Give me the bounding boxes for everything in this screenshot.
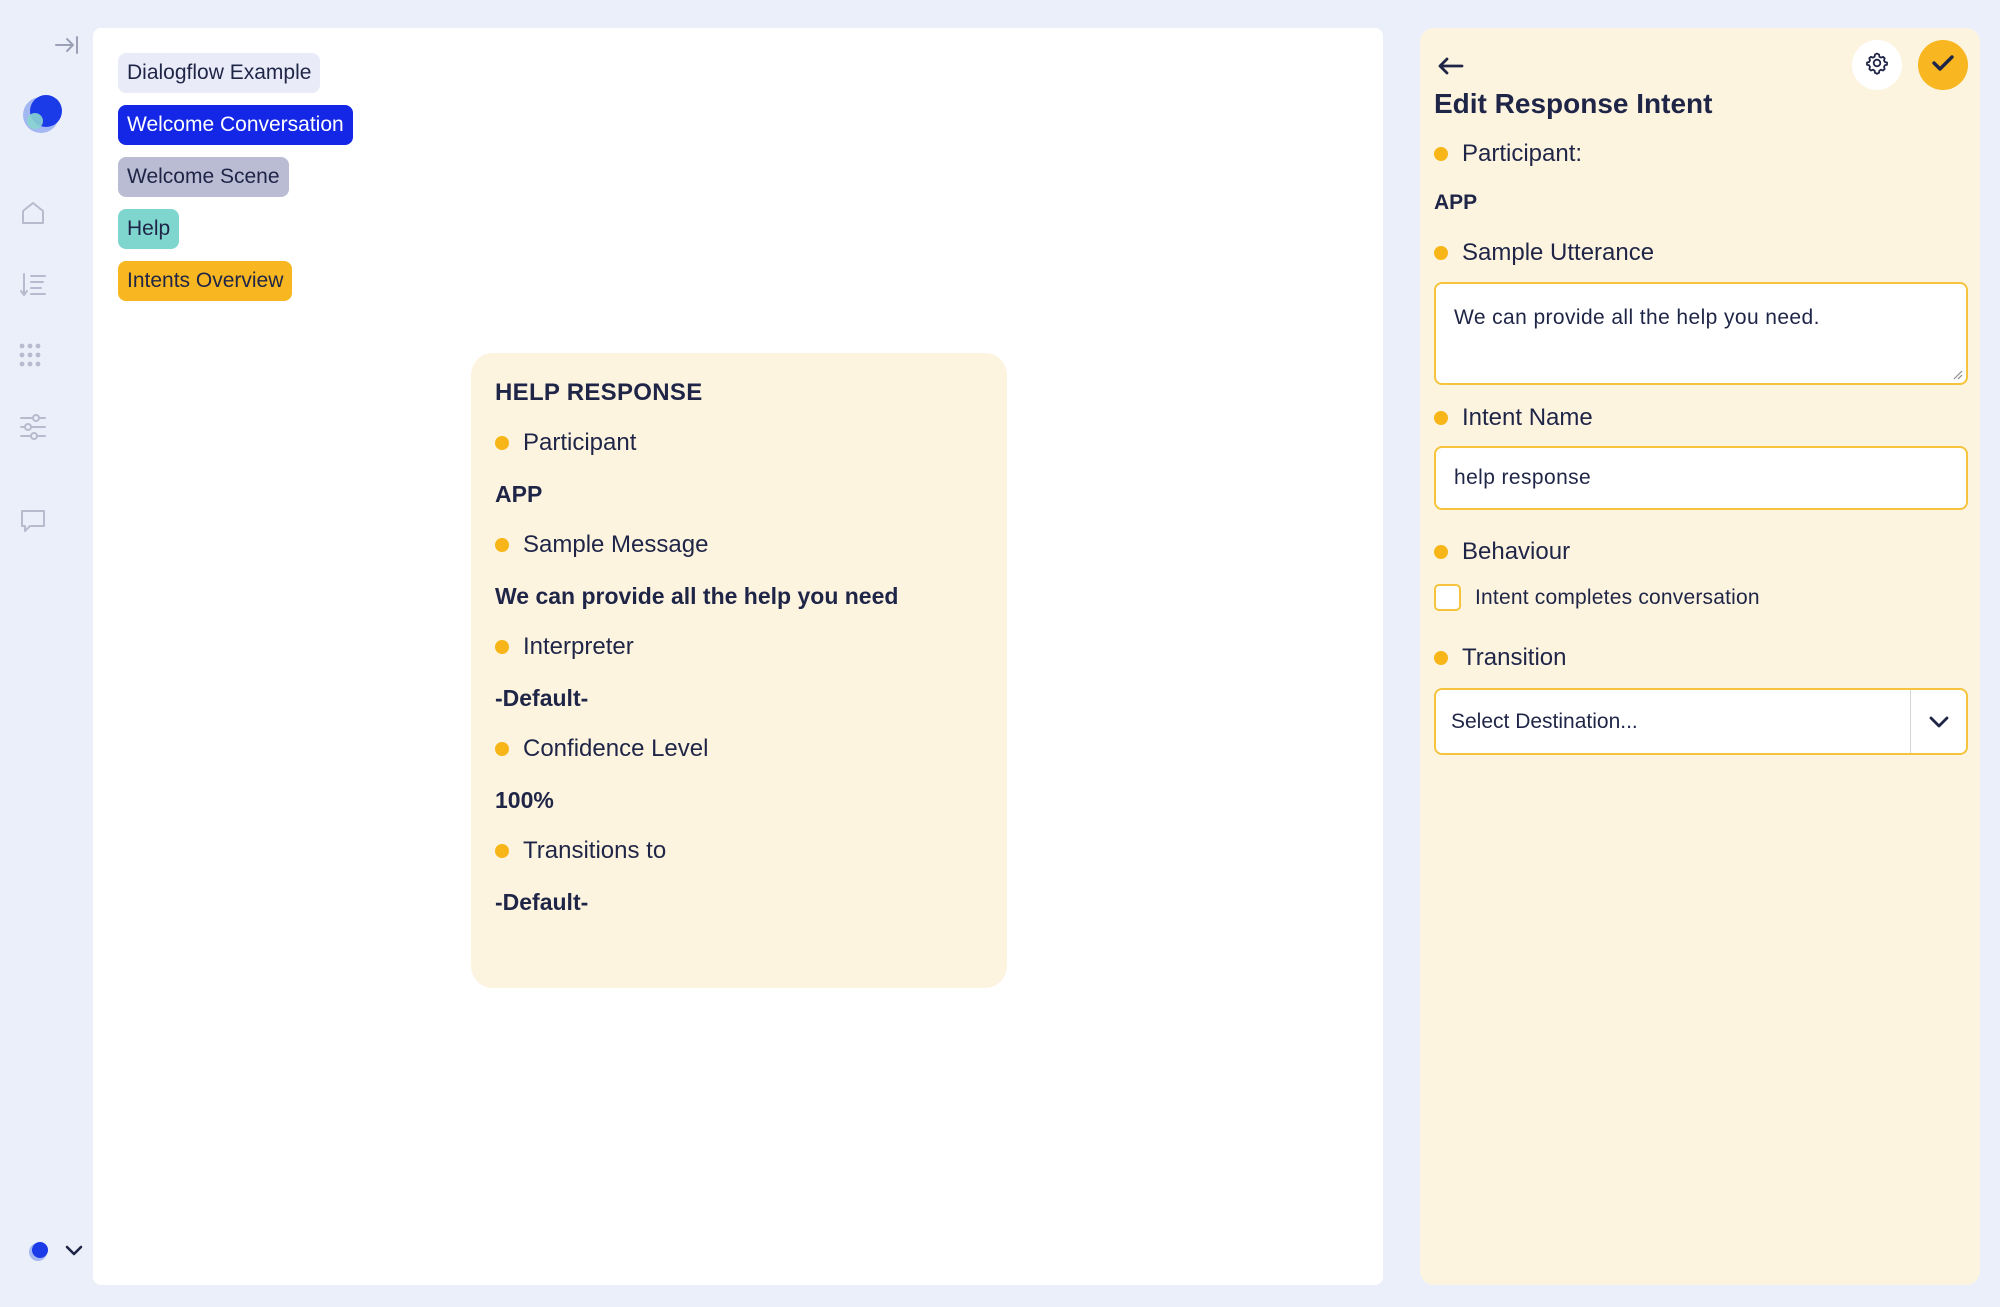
chevron-down-icon[interactable] bbox=[1910, 690, 1966, 753]
bullet-dot bbox=[1434, 246, 1448, 260]
panel-title: Edit Response Intent bbox=[1434, 88, 1713, 119]
destination-placeholder: Select Destination... bbox=[1451, 710, 1638, 733]
utterance-label-text: Sample Utterance bbox=[1462, 239, 1655, 266]
workspace-logo-icon[interactable] bbox=[26, 1238, 52, 1264]
collapse-icon[interactable] bbox=[52, 32, 82, 58]
node-participant-label-text: Participant bbox=[523, 429, 637, 456]
settings-button[interactable] bbox=[1852, 40, 1902, 90]
node-confidence-label: Confidence Level bbox=[495, 733, 983, 765]
breadcrumb-intents-overview[interactable]: Intents Overview bbox=[118, 261, 293, 301]
node-interpreter-label-text: Interpreter bbox=[523, 633, 634, 660]
breadcrumb-dialogflow-example[interactable]: Dialogflow Example bbox=[118, 53, 321, 93]
bullet-dot bbox=[1434, 411, 1448, 425]
sliders-icon[interactable] bbox=[18, 412, 48, 442]
home-icon[interactable] bbox=[18, 198, 48, 228]
check-icon bbox=[1931, 53, 1955, 78]
node-transitions-label-text: Transitions to bbox=[523, 837, 667, 864]
node-message-value: We can provide all the help you need bbox=[495, 583, 899, 609]
back-arrow-icon[interactable] bbox=[1434, 50, 1466, 82]
gear-icon bbox=[1865, 51, 1889, 80]
intent-name-input[interactable]: help response bbox=[1434, 446, 1968, 510]
breadcrumb-welcome-scene[interactable]: Welcome Scene bbox=[118, 157, 289, 197]
sort-list-icon[interactable] bbox=[18, 270, 48, 300]
bullet-dot bbox=[1434, 545, 1448, 559]
node-message-label: Sample Message bbox=[495, 529, 983, 561]
bullet-dot bbox=[495, 436, 509, 450]
edit-intent-panel: Edit Response Intent Participant: APP Sa… bbox=[1420, 28, 1980, 1285]
node-participant-value: APP bbox=[495, 481, 543, 507]
completes-conversation-row[interactable]: Intent completes conversation bbox=[1434, 584, 1760, 611]
node-message-label-text: Sample Message bbox=[523, 531, 709, 558]
node-interpreter-label: Interpreter bbox=[495, 631, 983, 663]
utterance-label: Sample Utterance bbox=[1434, 239, 1654, 267]
node-interpreter-value: -Default- bbox=[495, 685, 589, 711]
dots-grid-icon[interactable] bbox=[18, 340, 48, 370]
destination-select[interactable]: Select Destination... bbox=[1434, 688, 1968, 755]
node-transitions-value: -Default- bbox=[495, 889, 589, 915]
breadcrumb-help[interactable]: Help bbox=[118, 209, 180, 249]
chevron-down-icon[interactable] bbox=[62, 1240, 86, 1262]
completes-conversation-checkbox[interactable] bbox=[1434, 584, 1461, 611]
participant-label: Participant: bbox=[1434, 140, 1582, 168]
bullet-dot bbox=[1434, 147, 1448, 161]
node-participant-label: Participant bbox=[495, 427, 983, 459]
node-confidence-value: 100% bbox=[495, 787, 554, 813]
bullet-dot bbox=[495, 538, 509, 552]
save-button[interactable] bbox=[1918, 40, 1968, 90]
intent-name-label: Intent Name bbox=[1434, 404, 1593, 432]
sample-utterance-textarea[interactable]: We can provide all the help you need. bbox=[1434, 282, 1968, 385]
intent-node-card[interactable]: HELP RESPONSE Participant APP Sample Mes… bbox=[471, 353, 1007, 988]
behaviour-label: Behaviour bbox=[1434, 538, 1570, 566]
transition-label-text: Transition bbox=[1462, 644, 1567, 671]
left-rail bbox=[0, 0, 93, 1307]
intent-name-label-text: Intent Name bbox=[1462, 404, 1593, 431]
bullet-dot bbox=[495, 640, 509, 654]
participant-label-text: Participant: bbox=[1462, 140, 1583, 167]
node-confidence-label-text: Confidence Level bbox=[523, 735, 709, 762]
node-transitions-label: Transitions to bbox=[495, 835, 983, 867]
bullet-dot bbox=[495, 844, 509, 858]
bullet-dot bbox=[1434, 651, 1448, 665]
flow-canvas[interactable]: Dialogflow Example Welcome Conversation … bbox=[93, 28, 1383, 1285]
bullet-dot bbox=[495, 742, 509, 756]
chat-icon[interactable] bbox=[18, 506, 48, 536]
completes-conversation-label: Intent completes conversation bbox=[1475, 585, 1760, 609]
node-title: HELP RESPONSE bbox=[495, 379, 703, 406]
behaviour-label-text: Behaviour bbox=[1462, 538, 1571, 565]
logo-icon[interactable] bbox=[18, 86, 70, 138]
participant-value: APP bbox=[1434, 191, 1478, 214]
resize-grip-icon[interactable] bbox=[1951, 368, 1963, 380]
breadcrumb-welcome-conversation[interactable]: Welcome Conversation bbox=[118, 105, 353, 145]
sample-utterance-value: We can provide all the help you need. bbox=[1454, 306, 1820, 329]
transition-label: Transition bbox=[1434, 644, 1566, 672]
